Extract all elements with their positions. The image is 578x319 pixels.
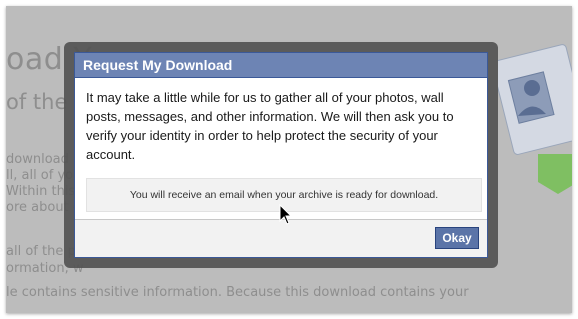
mouse-cursor-icon <box>279 204 293 225</box>
dialog-message: It may take a little while for us to gat… <box>86 90 454 162</box>
background-subheading: of the <box>6 90 68 114</box>
dialog-body: It may take a little while for us to gat… <box>75 78 487 212</box>
okay-button[interactable]: Okay <box>435 227 479 249</box>
background-text-line: le contains sensitive information. Becau… <box>6 285 469 300</box>
profile-card-graphic <box>498 44 572 194</box>
dialog-overlay-frame: Request My Download It may take a little… <box>64 42 498 268</box>
dialog-title: Request My Download <box>75 53 487 78</box>
background-text-line: download <box>6 152 69 167</box>
request-download-dialog: Request My Download It may take a little… <box>74 52 488 258</box>
